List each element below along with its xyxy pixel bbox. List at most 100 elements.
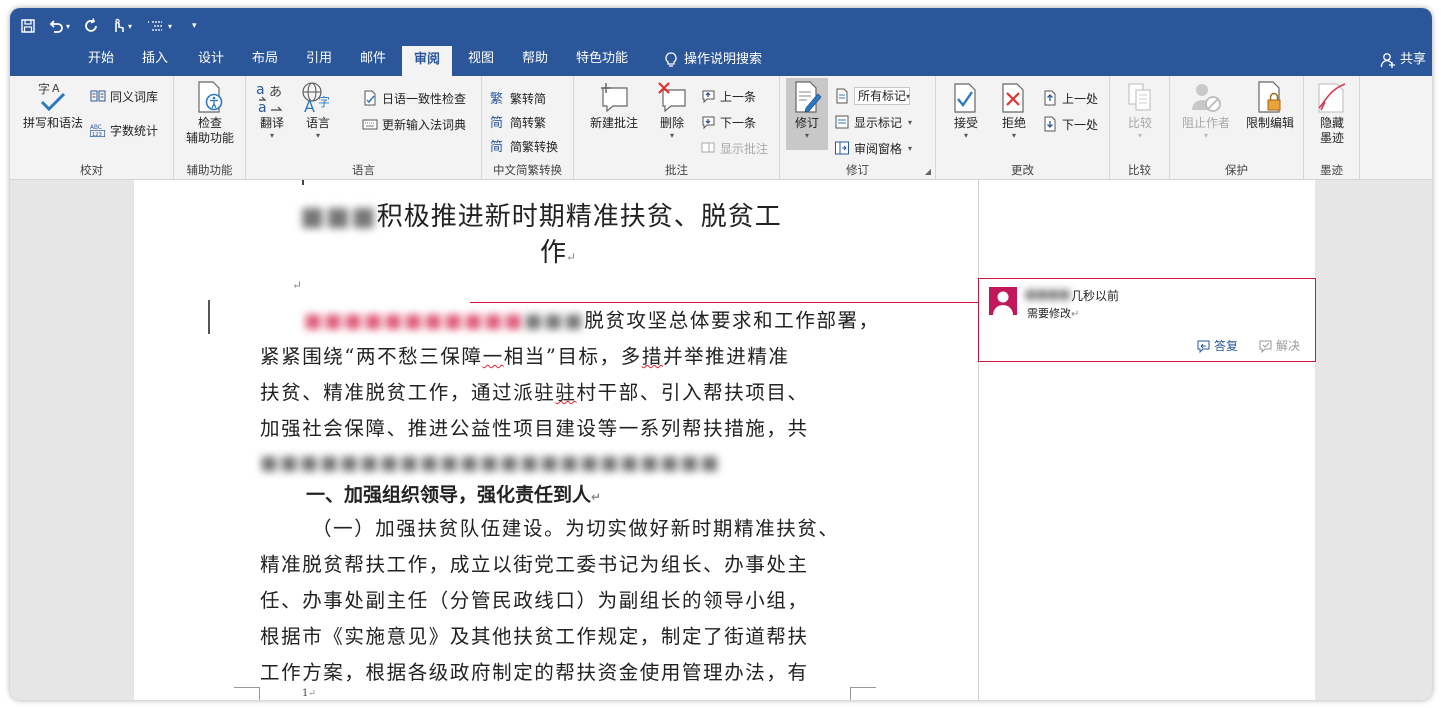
show-comments-button[interactable]: 显示批注: [700, 138, 768, 158]
show-comments-label: 显示批注: [720, 141, 769, 156]
thesaurus-button[interactable]: 同义词库: [90, 86, 158, 106]
tab-references[interactable]: 引用: [294, 44, 344, 76]
list-style-icon[interactable]: ▾: [146, 16, 172, 36]
group-label-changes: 更改: [1011, 163, 1034, 177]
markup-level-select[interactable]: 所有标记 ▾: [834, 86, 910, 106]
redo-icon[interactable]: [84, 16, 100, 36]
comment-author-redacted: ■■■■: [1025, 287, 1071, 301]
document-check-icon: [362, 90, 378, 106]
para2-line3-text: 任、办事处副主任（分管民政线口）为副组长的领导小组，: [260, 589, 809, 612]
japanese-consistency-button[interactable]: 日语一致性检查: [362, 88, 466, 108]
cursor-marker: [302, 180, 304, 185]
resolve-icon: [1259, 340, 1272, 353]
new-comment-button[interactable]: 新建批注: [582, 80, 646, 131]
show-markup-button[interactable]: 显示标记 ▾: [834, 112, 912, 132]
margin-corner-right: [850, 687, 876, 700]
touch-mode-icon[interactable]: ▾: [110, 16, 132, 36]
markup-select-value: 所有标记: [854, 87, 911, 105]
tab-help[interactable]: 帮助: [510, 44, 560, 76]
chinese-conversion-button[interactable]: 简 简繁转换: [490, 136, 558, 156]
tab-view[interactable]: 视图: [456, 44, 506, 76]
language-button[interactable]: A字 语言 ▾: [296, 80, 340, 141]
simplified-to-traditional-button[interactable]: 简 简转繁: [490, 112, 546, 132]
previous-comment-label: 上一条: [720, 89, 757, 104]
delete-comment-icon: [654, 80, 690, 114]
previous-change-icon: [1042, 90, 1058, 106]
resolve-button[interactable]: 解决: [1257, 337, 1300, 354]
next-comment-button[interactable]: 下一条: [700, 112, 756, 132]
review-pane-button[interactable]: 审阅窗格 ▾: [834, 138, 912, 158]
tab-mailings[interactable]: 邮件: [348, 44, 398, 76]
translate-button[interactable]: aあa 翻译 ▾: [252, 80, 292, 141]
tracking-options-launcher-icon[interactable]: ◢: [925, 167, 931, 176]
tab-insert[interactable]: 插入: [130, 44, 180, 76]
save-icon[interactable]: [20, 16, 36, 36]
group-comments: 新建批注 删除 ▾ 上一条 下一条 显示批注 批注: [574, 76, 780, 180]
para1-line3-sq: 驻: [555, 381, 577, 404]
word-count-icon: ABC 123: [90, 122, 106, 138]
tab-special-features[interactable]: 特色功能: [564, 44, 640, 76]
para1-line2: 紧紧围绕“两不愁三保障一相当”目标，多措并举推进精准: [260, 344, 790, 370]
tab-design[interactable]: 设计: [186, 44, 236, 76]
group-label-compare: 比较: [1128, 163, 1151, 177]
document-page[interactable]: ■■■积极推进新时期精准扶贫、脱贫工 作↵ ↵ ■■■■■■■■■■■■■■脱贫…: [134, 180, 980, 700]
compare-button[interactable]: 比较 ▾: [1118, 80, 1162, 141]
change-bar: [208, 300, 210, 334]
language-icon: A字: [300, 80, 336, 114]
svg-text:字: 字: [318, 94, 330, 109]
hide-ink-button[interactable]: 隐藏 墨迹: [1310, 80, 1354, 146]
track-changes-button[interactable]: 修订 ▾: [786, 78, 828, 150]
group-language: aあa 翻译 ▾ A字 语言 ▾ 日语一致性检查 更新输入法词典 语言: [246, 76, 482, 180]
share-button[interactable]: 共享: [1380, 44, 1426, 76]
group-compare: 比较 ▾ 比较: [1110, 76, 1170, 180]
svg-text:A: A: [304, 97, 315, 114]
previous-comment-button[interactable]: 上一条: [700, 86, 756, 106]
reply-button[interactable]: 答复: [1195, 337, 1238, 354]
section-heading: 一、加强组织领导，强化责任到人↵: [306, 480, 601, 507]
tab-layout[interactable]: 布局: [240, 44, 290, 76]
spelling-check-icon: 字A: [35, 80, 71, 114]
customize-qat-icon[interactable]: ▾: [192, 16, 197, 36]
svg-text:字: 字: [38, 81, 50, 96]
undo-icon[interactable]: ▾: [48, 16, 70, 36]
comment-balloon[interactable]: ■■■■ 几秒以前 需要修改↵ 答复 解决: [978, 278, 1316, 362]
block-authors-button[interactable]: 阻止作者 ▾: [1176, 80, 1236, 141]
heading-paragraph-mark-icon: ↵: [591, 490, 602, 504]
conversion-icon: 简: [490, 138, 506, 154]
update-ime-dictionary-button[interactable]: 更新输入法词典: [362, 114, 466, 134]
track-changes-icon: [789, 80, 825, 114]
review-pane-label: 审阅窗格: [854, 141, 903, 156]
comment-text-line[interactable]: 需要修改↵: [1027, 305, 1079, 321]
group-chinese-conversion: 繁 繁转简 简 简转繁 简 简繁转换 中文简繁转换: [482, 76, 574, 180]
next-change-button[interactable]: 下一处: [1042, 114, 1098, 134]
para2-line1-text: （一）加强扶贫队伍建设。为切实做好新时期精准扶贫、: [312, 517, 840, 540]
reject-label: 拒绝: [1001, 116, 1026, 130]
show-markup-icon: [834, 114, 850, 130]
spelling-grammar-button[interactable]: 字A 拼写和语法: [18, 80, 88, 131]
comment-time: 几秒以前: [1071, 289, 1120, 303]
traditional-to-simplified-button[interactable]: 繁 繁转简: [490, 88, 546, 108]
redacted-title-prefix: ■■■: [300, 202, 377, 232]
svg-text:123: 123: [92, 132, 102, 138]
redacted-highlight: ■■■■■■■■■■■: [304, 309, 525, 332]
restrict-editing-button[interactable]: 限制编辑: [1240, 80, 1300, 131]
tell-me-search[interactable]: 操作说明搜索: [652, 44, 774, 76]
tab-review[interactable]: 审阅: [402, 46, 453, 76]
to-traditional-label: 简转繁: [510, 115, 547, 130]
reject-button[interactable]: 拒绝 ▾: [992, 80, 1036, 141]
restrict-label: 限制编辑: [1245, 116, 1294, 130]
markup-icon: [834, 88, 850, 104]
svg-text:简: 简: [490, 115, 503, 130]
word-count-button[interactable]: ABC 123 字数统计: [90, 120, 158, 140]
group-label-tracking: 修订: [846, 163, 869, 177]
delete-comment-button[interactable]: 删除 ▾: [650, 80, 694, 141]
para1-line2-sq2: 措: [641, 345, 663, 368]
accept-button[interactable]: 接受 ▾: [944, 80, 988, 141]
previous-change-button[interactable]: 上一处: [1042, 88, 1098, 108]
trad-simp-icon: 繁: [490, 90, 506, 106]
word-window: ▾ ▾ ▾ ▾ 开始 插入 设计 布局 引用 邮件 审阅 视图 帮助 特色功能 …: [10, 8, 1432, 700]
check-accessibility-button[interactable]: 检查 辅助功能: [180, 80, 240, 146]
accept-label: 接受: [953, 116, 978, 130]
tab-home[interactable]: 开始: [76, 44, 126, 76]
para2-line4: 根据市《实施意见》及其他扶贫工作规定，制定了街道帮扶: [260, 624, 809, 650]
